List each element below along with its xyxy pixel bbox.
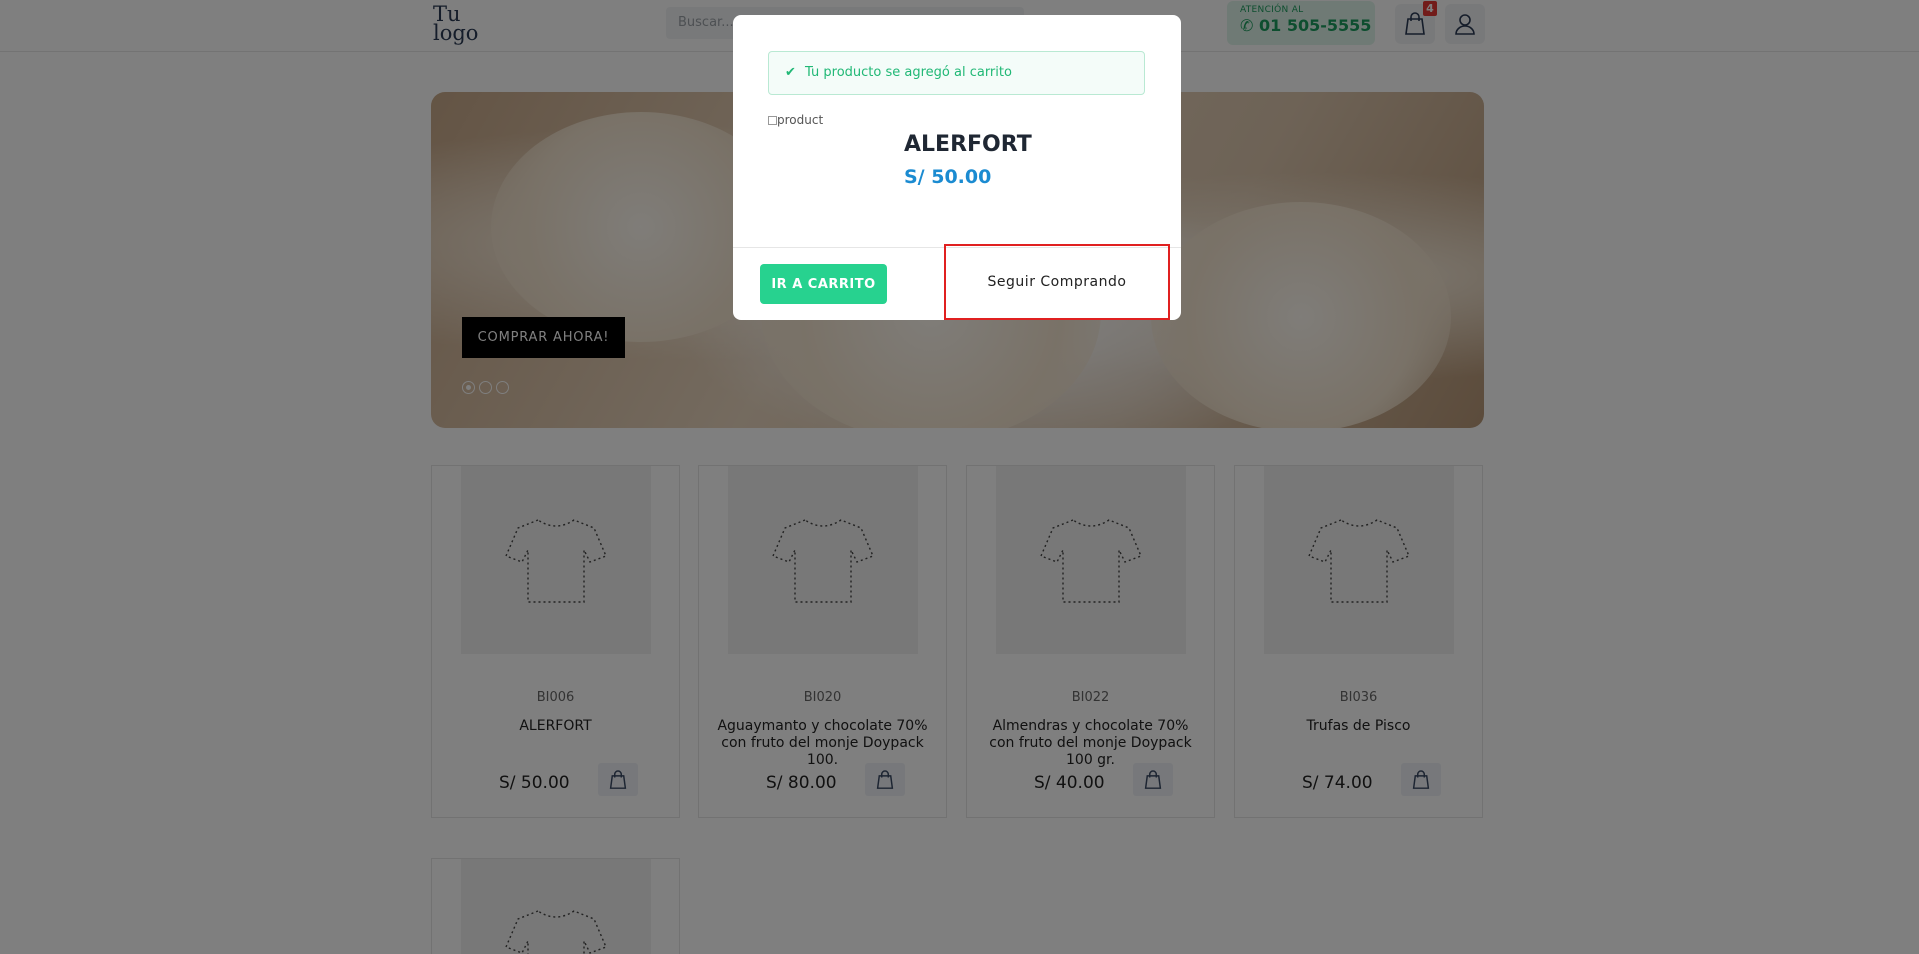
success-alert: ✔ Tu producto se agregó al carrito xyxy=(768,51,1145,95)
modal-product-price: S/ 50.00 xyxy=(904,166,992,188)
check-icon: ✔ xyxy=(785,65,796,80)
success-message: Tu producto se agregó al carrito xyxy=(805,65,1012,80)
go-to-cart-button[interactable]: IR A CARRITO xyxy=(760,264,887,304)
added-to-cart-modal: ✔ Tu producto se agregó al carrito produ… xyxy=(733,15,1181,320)
modal-product-name: ALERFORT xyxy=(904,132,1032,157)
broken-image-icon xyxy=(768,116,777,125)
image-alt-text: product xyxy=(777,113,824,127)
continue-shopping-button[interactable]: Seguir Comprando xyxy=(944,244,1170,320)
product-image-broken: product xyxy=(768,113,823,127)
